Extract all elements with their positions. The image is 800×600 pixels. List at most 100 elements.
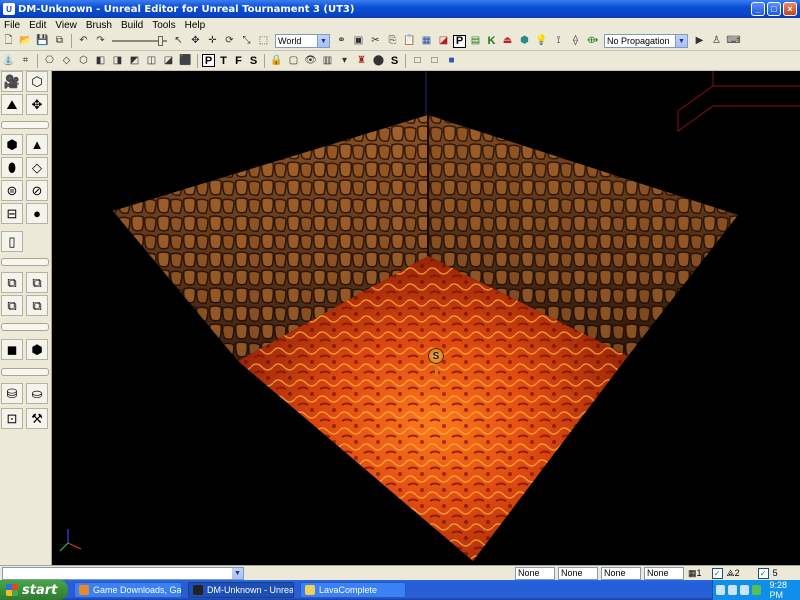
lighting-mode-icon[interactable]: ⛲ — [2, 54, 15, 67]
chevron-down-icon[interactable]: ▼ — [317, 35, 329, 47]
cut-icon[interactable]: ✂ — [369, 35, 382, 48]
linear-stair-icon[interactable]: ⊟ — [1, 203, 23, 224]
cylinder-brush-icon[interactable]: ⬮ — [1, 157, 23, 178]
propagation-dropdown[interactable]: No Propagation ▼ — [604, 34, 688, 48]
show-letter-s[interactable]: S — [388, 54, 401, 67]
command-line-input[interactable]: ▼ — [2, 566, 244, 580]
menu-file[interactable]: File — [0, 20, 25, 31]
rotation-snap-checkbox[interactable]: ✓ — [711, 567, 723, 579]
viewport-layout-3-icon[interactable]: ■ — [445, 54, 458, 67]
close-button[interactable]: × — [783, 2, 797, 16]
prefab-button[interactable]: P — [453, 34, 466, 48]
terrain-mode-icon[interactable]: ⛰ — [1, 94, 23, 115]
play-in-editor-icon[interactable]: ♙ — [710, 35, 723, 48]
redo-icon[interactable]: ↷ — [94, 35, 107, 48]
view-detail-lighting-icon[interactable]: ◩ — [128, 54, 141, 67]
view-texture-density-icon[interactable]: ⬛ — [179, 54, 192, 67]
menu-edit[interactable]: Edit — [25, 20, 51, 31]
paste-icon[interactable]: 📋 — [403, 35, 416, 48]
material-editor-icon[interactable]: ◪ — [437, 35, 450, 48]
view-unlit-icon[interactable]: ◧ — [94, 54, 107, 67]
camera-speed-slider[interactable] — [112, 35, 167, 47]
show-all-icon[interactable]: ⚒ — [26, 408, 48, 429]
taskbar-item-unreal[interactable]: DM-Unknown - Unreal... — [188, 582, 294, 598]
show-flags-icon[interactable]: ▥ — [321, 54, 334, 67]
cube-brush-icon[interactable]: ⬢ — [1, 134, 23, 155]
eye-icon[interactable]: 👁 — [304, 54, 317, 67]
matinee-icon[interactable]: ⏏ — [501, 35, 514, 48]
new-file-icon[interactable]: 🗋 — [2, 35, 15, 48]
csg-deintersect-icon[interactable]: ⧉ — [26, 295, 48, 316]
undo-icon[interactable]: ↶ — [77, 35, 90, 48]
add-special-brush-icon[interactable]: ⬢ — [26, 339, 48, 360]
start-button[interactable]: start — [0, 580, 68, 600]
menu-build[interactable]: Build — [117, 20, 148, 31]
show-sounds-icon[interactable]: ⬤ — [372, 54, 385, 67]
add-volume-icon[interactable]: ◼ — [1, 339, 23, 360]
save-icon[interactable]: 💾 — [36, 35, 49, 48]
show-selected-icon[interactable]: ⛁ — [1, 383, 23, 404]
sound-icon[interactable]: ⬢ — [518, 35, 531, 48]
view-perspective-letter[interactable]: P — [202, 54, 215, 67]
csg-add-icon[interactable]: ⧉ — [1, 272, 23, 293]
view-lit-icon[interactable]: ◨ — [111, 54, 124, 67]
translate-icon[interactable]: ✥ — [189, 35, 202, 48]
binoculars-icon[interactable]: ⚭ — [335, 35, 348, 48]
chevron-down-icon[interactable]: ▼ — [232, 567, 243, 579]
menu-view[interactable]: View — [51, 20, 82, 31]
view-lighting-only-icon[interactable]: ◫ — [145, 54, 158, 67]
builder-brush-wireframe[interactable] — [677, 85, 800, 112]
slider-knob[interactable] — [158, 36, 163, 46]
geometry-mode-icon[interactable]: ⬡ — [26, 71, 48, 92]
hide-selected-icon[interactable]: ⛀ — [26, 383, 48, 404]
scale-nonuniform-icon[interactable]: ⬚ — [257, 35, 270, 48]
volume-section-grip[interactable] — [1, 323, 49, 331]
spiral-stair-icon[interactable]: ⊘ — [26, 180, 48, 201]
cone-brush-icon[interactable]: ▲ — [26, 134, 48, 155]
taskbar-item-folder[interactable]: LavaComplete — [300, 582, 406, 598]
move-mode-icon[interactable]: ✥ — [26, 94, 48, 115]
csg-intersect-icon[interactable]: ⧉ — [1, 295, 23, 316]
scale-snap-checkbox[interactable]: ✓ — [757, 567, 769, 579]
select-arrow-icon[interactable]: ↖ — [172, 35, 185, 48]
messenger-icon[interactable] — [752, 585, 762, 595]
grid-icon[interactable]: ▦ — [420, 35, 433, 48]
scale-snap-control[interactable]: 5 — [773, 568, 778, 578]
save-all-icon[interactable]: ⧉ — [53, 35, 66, 48]
grid-snap-control[interactable]: ▦ 1 — [688, 568, 702, 579]
build-paths-icon[interactable]: ⟠ — [569, 35, 582, 48]
realtime-icon[interactable]: ⌗ — [19, 54, 32, 67]
view-side-letter[interactable]: S — [247, 54, 260, 67]
graph-icon[interactable]: ▤ — [469, 35, 482, 48]
csg-section-grip[interactable] — [1, 258, 49, 266]
player-start-icon[interactable]: S — [428, 348, 444, 364]
view-perspective-icon[interactable]: ⎔ — [43, 54, 56, 67]
maximize-button[interactable]: □ — [767, 2, 781, 16]
lock-icon[interactable]: 🔒 — [270, 54, 283, 67]
open-folder-icon[interactable]: 📂 — [19, 35, 32, 48]
taskbar-item-browser[interactable]: Game Downloads, Ga... — [74, 582, 182, 598]
camera-mode-icon[interactable]: 🎥 — [1, 71, 23, 92]
rotation-snap-control[interactable]: ⟁ 2 — [727, 568, 740, 579]
curved-stair-icon[interactable]: ⊜ — [1, 180, 23, 201]
view-brush-wire-icon[interactable]: ⬡ — [77, 54, 90, 67]
light-icon[interactable]: 💡 — [535, 35, 548, 48]
build-all-icon[interactable]: ⟴ — [586, 35, 599, 48]
coordinate-system-dropdown[interactable]: World ▼ — [275, 34, 330, 48]
game-view-icon[interactable]: ♜ — [355, 54, 368, 67]
chevron-down-icon[interactable]: ▼ — [675, 35, 687, 47]
sphere-brush-icon[interactable]: ● — [26, 203, 48, 224]
view-top-letter[interactable]: T — [217, 54, 230, 67]
volumetric-brush-icon[interactable]: ▯ — [1, 231, 23, 252]
security-icon[interactable] — [728, 585, 738, 595]
content-browser-icon[interactable]: ▣ — [352, 35, 365, 48]
view-light-complexity-icon[interactable]: ◪ — [162, 54, 175, 67]
kismet-button[interactable]: K — [485, 35, 498, 48]
viewport-layout-1-icon[interactable]: □ — [411, 54, 424, 67]
brush-section-grip[interactable] — [1, 121, 49, 129]
sheet-brush-icon[interactable]: ◇ — [26, 157, 48, 178]
maximize-viewport-icon[interactable]: ▢ — [287, 54, 300, 67]
menu-brush[interactable]: Brush — [82, 20, 117, 31]
rotate-icon[interactable]: ⟳ — [223, 35, 236, 48]
menu-tools[interactable]: Tools — [148, 20, 180, 31]
